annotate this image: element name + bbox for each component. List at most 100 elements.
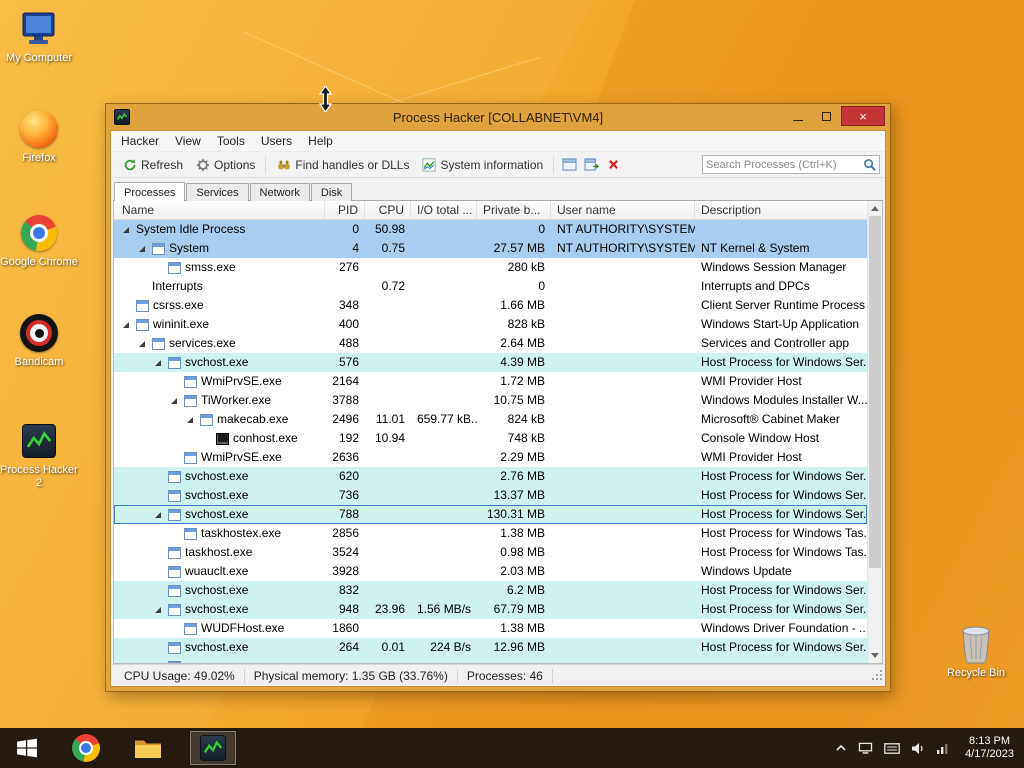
process-row[interactable]: conhost.exe 192 10.94 748 kB Console Window … <box>114 429 867 448</box>
menu-view[interactable]: View <box>167 132 209 150</box>
window-pane-icon-button[interactable] <box>558 155 580 175</box>
expand-arrow-icon[interactable] <box>170 397 184 405</box>
scrollbar-track[interactable] <box>868 216 882 648</box>
tray-pc-icon[interactable] <box>858 742 873 755</box>
column-header-name[interactable]: Name <box>114 201 325 219</box>
desktop-icon-firefox[interactable]: Firefox <box>0 108 78 165</box>
process-icon <box>168 660 181 663</box>
cell-priv: 2.03 MB <box>500 564 545 578</box>
expand-arrow-icon[interactable] <box>154 511 168 519</box>
expand-arrow-icon[interactable] <box>138 340 152 348</box>
desktop-icon-bandicam[interactable]: Bandicam <box>0 312 78 369</box>
process-row[interactable]: taskhost.exe 3524 0.98 MB Host Process for … <box>114 543 867 562</box>
process-row[interactable]: svchost.exe 948 23.96 1.56 MB/s 67.79 MB Host… <box>114 600 867 619</box>
desktop-icon-google-chrome[interactable]: Google Chrome <box>0 212 78 269</box>
scroll-down-button[interactable] <box>868 648 882 663</box>
column-header-user[interactable]: User name <box>551 201 695 219</box>
cell-cpu <box>365 524 411 543</box>
process-row[interactable]: services.exe 488 2.64 MB Services and Contr… <box>114 334 867 353</box>
process-row[interactable]: svchost.exe 736 13.37 MB Host Process for W… <box>114 486 867 505</box>
process-row[interactable] <box>114 657 867 663</box>
scrollbar-thumb[interactable] <box>869 216 881 568</box>
cell-io <box>411 372 477 391</box>
process-row[interactable]: wuauclt.exe 3928 2.03 MB Windows Update <box>114 562 867 581</box>
scroll-up-button[interactable] <box>868 201 882 216</box>
process-name: wininit.exe <box>153 317 210 331</box>
process-row[interactable]: csrss.exe 348 1.66 MB Client Server Runtime… <box>114 296 867 315</box>
process-row[interactable]: svchost.exe 832 6.2 MB Host Process for Win… <box>114 581 867 600</box>
cell-io <box>411 334 477 353</box>
menu-hacker[interactable]: Hacker <box>113 132 167 150</box>
desktop-icon-process-hacker-2[interactable]: Process Hacker 2 <box>0 420 78 490</box>
process-row[interactable]: wininit.exe 400 828 kB Windows Start-Up App… <box>114 315 867 334</box>
process-row[interactable]: WmiPrvSE.exe 2164 1.72 MB WMI Provider Host <box>114 372 867 391</box>
process-row[interactable]: WUDFHost.exe 1860 1.38 MB Windows Driver Fo… <box>114 619 867 638</box>
tab-processes[interactable]: Processes <box>114 182 186 201</box>
cell-desc: Host Process for Windows Ser... <box>701 507 867 521</box>
red-x-icon <box>608 160 618 169</box>
options-button[interactable]: Options <box>189 155 261 174</box>
menu-users[interactable]: Users <box>253 132 300 150</box>
expand-arrow-icon[interactable] <box>122 321 136 329</box>
close-x-icon-button[interactable] <box>602 155 624 175</box>
process-icon <box>184 527 197 540</box>
network-icon[interactable] <box>936 742 950 754</box>
process-row[interactable]: taskhostex.exe 2856 1.38 MB Host Process fo… <box>114 524 867 543</box>
taskbar-process-hacker-button[interactable] <box>190 731 236 765</box>
cell-io: 659.77 kB... <box>417 412 477 426</box>
start-button[interactable] <box>0 728 54 768</box>
find-handles-button[interactable]: Find handles or DLLs <box>270 155 415 174</box>
window-titlebar[interactable]: Process Hacker [COLLABNET\VM4] × <box>106 104 890 130</box>
taskbar-chrome-button[interactable] <box>66 728 106 768</box>
process-row[interactable]: makecab.exe 2496 11.01 659.77 kB... 824 kB Mi… <box>114 410 867 429</box>
show-hidden-icons-chevron[interactable] <box>835 743 847 753</box>
process-row[interactable]: WmiPrvSE.exe 2636 2.29 MB WMI Provider Host <box>114 448 867 467</box>
column-header-io[interactable]: I/O total ... <box>411 201 477 219</box>
taskbar-file-explorer-button[interactable] <box>128 728 168 768</box>
close-button[interactable]: × <box>841 106 885 126</box>
expand-arrow-icon[interactable] <box>154 359 168 367</box>
tray-keyboard-icon[interactable] <box>884 742 900 754</box>
process-row[interactable]: svchost.exe 264 0.01 224 B/s 12.96 MB Host Pr… <box>114 638 867 657</box>
cell-user: NT AUTHORITY\SYSTEM <box>557 241 695 255</box>
process-row[interactable]: svchost.exe 620 2.76 MB Host Process for Wi… <box>114 467 867 486</box>
menu-help[interactable]: Help <box>300 132 341 150</box>
cell-user <box>551 391 695 410</box>
cell-pid: 3788 <box>332 393 359 407</box>
maximize-button[interactable] <box>812 106 841 126</box>
search-input[interactable] <box>706 158 863 171</box>
process-row[interactable]: Interrupts 0.72 0 Interrupts and DPCs <box>114 277 867 296</box>
vertical-scrollbar[interactable] <box>867 201 882 663</box>
window-pane-icon <box>562 158 577 171</box>
process-row[interactable]: TiWorker.exe 3788 10.75 MB Windows Modules … <box>114 391 867 410</box>
process-row[interactable]: System 4 0.75 27.57 MB NT AUTHORITY\SYSTEM NT… <box>114 239 867 258</box>
refresh-button[interactable]: Refresh <box>116 155 189 174</box>
expand-arrow-icon[interactable] <box>186 416 200 424</box>
column-header-private[interactable]: Private b... <box>477 201 551 219</box>
column-header-description[interactable]: Description <box>695 201 867 219</box>
process-row[interactable]: svchost.exe 788 130.31 MB Host Process for … <box>114 505 867 524</box>
column-header-pid[interactable]: PID <box>325 201 365 219</box>
minimize-button[interactable] <box>783 106 812 126</box>
resize-grip[interactable] <box>872 670 884 685</box>
process-row[interactable]: svchost.exe 576 4.39 MB Host Process for Wi… <box>114 353 867 372</box>
desktop-icon-label: Google Chrome <box>0 256 78 268</box>
process-row[interactable]: smss.exe 276 280 kB Windows Session Manager <box>114 258 867 277</box>
process-row[interactable]: System Idle Process 0 50.98 0 NT AUTHORITY\S… <box>114 220 867 239</box>
process-name: System Idle Process <box>136 222 246 236</box>
tab-network[interactable]: Network <box>249 183 310 201</box>
desktop-icon-my-computer[interactable]: My Computer <box>0 8 78 65</box>
menu-tools[interactable]: Tools <box>209 132 253 150</box>
expand-arrow-icon[interactable] <box>122 226 136 234</box>
expand-arrow-icon[interactable] <box>154 606 168 614</box>
system-information-button[interactable]: System information <box>415 155 549 174</box>
expand-arrow-icon[interactable] <box>138 245 152 253</box>
column-header-cpu[interactable]: CPU <box>365 201 411 219</box>
tab-services[interactable]: Services <box>186 183 249 201</box>
taskbar-clock[interactable]: 8:13 PM 4/17/2023 <box>961 735 1014 761</box>
tab-disk[interactable]: Disk <box>310 183 353 201</box>
cell-cpu <box>365 619 411 638</box>
volume-icon[interactable] <box>911 742 925 755</box>
desktop-icon-recycle-bin[interactable]: Recycle Bin <box>937 623 1015 680</box>
new-window-pane-icon-button[interactable] <box>580 155 602 175</box>
